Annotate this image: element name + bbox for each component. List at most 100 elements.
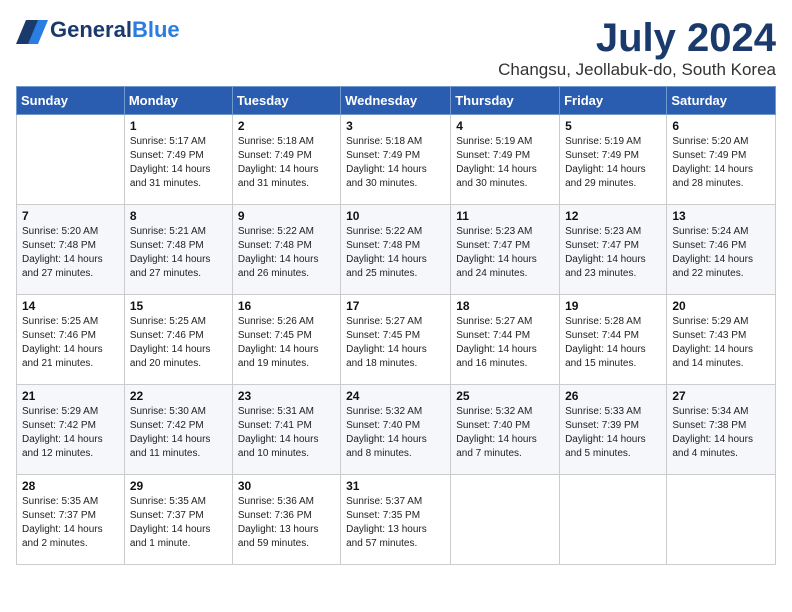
page-header: GeneralBlue July 2024 Changsu, Jeollabuk… [16,16,776,80]
calendar-day-cell: 8 Sunrise: 5:21 AM Sunset: 7:48 PM Daylig… [124,205,232,295]
day-info: Sunrise: 5:22 AM Sunset: 7:48 PM Dayligh… [238,225,335,281]
calendar-day-cell: 9Sunrise: 5:22 AM Sunset: 7:48 PM Daylig… [232,205,340,295]
day-number: 10 [346,209,445,223]
day-info: Sunrise: 5:28 AM Sunset: 7:44 PM Dayligh… [565,315,661,371]
day-info: Sunrise: 5:32 AM Sunset: 7:40 PM Dayligh… [456,405,554,461]
day-info: Sunrise: 5:27 AM Sunset: 7:45 PM Dayligh… [346,315,445,371]
day-info: Sunrise: 5:26 AM Sunset: 7:45 PM Dayligh… [238,315,335,371]
day-number: 17 [346,299,445,313]
day-info: Sunrise: 5:25 AM Sunset: 7:46 PM Dayligh… [130,315,227,371]
day-info: Sunrise: 5:24 AM Sunset: 7:46 PM Dayligh… [672,225,770,281]
calendar-day-cell: 19 Sunrise: 5:28 AM Sunset: 7:44 PM Dayli… [560,295,667,385]
calendar-day-cell: 6Sunrise: 5:20 AM Sunset: 7:49 PM Daylig… [667,115,776,205]
day-info: Sunrise: 5:30 AM Sunset: 7:42 PM Dayligh… [130,405,227,461]
day-number: 18 [456,299,554,313]
logo-icon [16,16,48,44]
day-info: Sunrise: 5:20 AM Sunset: 7:48 PM Dayligh… [22,225,119,281]
day-number: 14 [22,299,119,313]
day-info: Sunrise: 5:21 AM Sunset: 7:48 PM Dayligh… [130,225,227,281]
calendar-day-cell: 1 Sunrise: 5:17 AM Sunset: 7:49 PM Daylig… [124,115,232,205]
day-number: 29 [130,479,227,493]
day-number: 11 [456,209,554,223]
calendar-header-row: SundayMondayTuesdayWednesdayThursdayFrid… [17,87,776,115]
weekday-header: Saturday [667,87,776,115]
day-number: 22 [130,389,227,403]
calendar-day-cell: 7 Sunrise: 5:20 AM Sunset: 7:48 PM Daylig… [17,205,125,295]
day-info: Sunrise: 5:25 AM Sunset: 7:46 PM Dayligh… [22,315,119,371]
calendar-day-cell: 2 Sunrise: 5:18 AM Sunset: 7:49 PM Daylig… [232,115,340,205]
calendar-day-cell: 17 Sunrise: 5:27 AM Sunset: 7:45 PM Dayli… [341,295,451,385]
day-info: Sunrise: 5:23 AM Sunset: 7:47 PM Dayligh… [565,225,661,281]
weekday-header: Wednesday [341,87,451,115]
day-info: Sunrise: 5:32 AM Sunset: 7:40 PM Dayligh… [346,405,445,461]
day-info: Sunrise: 5:35 AM Sunset: 7:37 PM Dayligh… [130,495,227,551]
day-info: Sunrise: 5:22 AM Sunset: 7:48 PM Dayligh… [346,225,445,281]
day-info: Sunrise: 5:29 AM Sunset: 7:42 PM Dayligh… [22,405,119,461]
calendar-day-cell: 21 Sunrise: 5:29 AM Sunset: 7:42 PM Dayli… [17,385,125,475]
weekday-header: Thursday [451,87,560,115]
day-info: Sunrise: 5:19 AM Sunset: 7:49 PM Dayligh… [565,135,661,191]
day-info: Sunrise: 5:20 AM Sunset: 7:49 PM Dayligh… [672,135,770,191]
day-info: Sunrise: 5:37 AM Sunset: 7:35 PM Dayligh… [346,495,445,551]
month-title: July 2024 [498,16,776,60]
day-number: 1 [130,119,227,133]
calendar-day-cell: 20 Sunrise: 5:29 AM Sunset: 7:43 PM Dayli… [667,295,776,385]
logo: GeneralBlue [16,16,180,44]
day-number: 12 [565,209,661,223]
day-number: 13 [672,209,770,223]
logo-general: GeneralBlue [50,17,180,42]
calendar-day-cell: 16 Sunrise: 5:26 AM Sunset: 7:45 PM Dayli… [232,295,340,385]
calendar-week-row: 21 Sunrise: 5:29 AM Sunset: 7:42 PM Dayli… [17,385,776,475]
day-number: 19 [565,299,661,313]
day-number: 8 [130,209,227,223]
day-info: Sunrise: 5:18 AM Sunset: 7:49 PM Dayligh… [238,135,335,191]
calendar-day-cell: 31 Sunrise: 5:37 AM Sunset: 7:35 PM Dayli… [341,475,451,565]
day-info: Sunrise: 5:18 AM Sunset: 7:49 PM Dayligh… [346,135,445,191]
calendar-day-cell: 12 Sunrise: 5:23 AM Sunset: 7:47 PM Dayli… [560,205,667,295]
day-number: 5 [565,119,661,133]
calendar-day-cell: 30 Sunrise: 5:36 AM Sunset: 7:36 PM Dayli… [232,475,340,565]
calendar-week-row: 28 Sunrise: 5:35 AM Sunset: 7:37 PM Dayli… [17,475,776,565]
calendar-day-cell: 18 Sunrise: 5:27 AM Sunset: 7:44 PM Dayli… [451,295,560,385]
day-info: Sunrise: 5:17 AM Sunset: 7:49 PM Dayligh… [130,135,227,191]
day-number: 16 [238,299,335,313]
calendar-day-cell: 11Sunrise: 5:23 AM Sunset: 7:47 PM Dayli… [451,205,560,295]
calendar-day-cell: 28Sunrise: 5:35 AM Sunset: 7:37 PM Dayli… [17,475,125,565]
calendar-day-cell: 13 Sunrise: 5:24 AM Sunset: 7:46 PM Dayli… [667,205,776,295]
weekday-header: Sunday [17,87,125,115]
day-number: 31 [346,479,445,493]
day-number: 2 [238,119,335,133]
day-number: 30 [238,479,335,493]
weekday-header: Monday [124,87,232,115]
calendar-day-cell: 14 Sunrise: 5:25 AM Sunset: 7:46 PM Dayli… [17,295,125,385]
calendar-day-cell: 27Sunrise: 5:34 AM Sunset: 7:38 PM Dayli… [667,385,776,475]
day-number: 27 [672,389,770,403]
calendar-day-cell: 15Sunrise: 5:25 AM Sunset: 7:46 PM Dayli… [124,295,232,385]
calendar-day-cell [667,475,776,565]
calendar-week-row: 14 Sunrise: 5:25 AM Sunset: 7:46 PM Dayli… [17,295,776,385]
weekday-header: Friday [560,87,667,115]
day-number: 7 [22,209,119,223]
calendar-day-cell [560,475,667,565]
calendar-day-cell [17,115,125,205]
location-title: Changsu, Jeollabuk-do, South Korea [498,60,776,80]
calendar-day-cell: 5 Sunrise: 5:19 AM Sunset: 7:49 PM Daylig… [560,115,667,205]
day-info: Sunrise: 5:27 AM Sunset: 7:44 PM Dayligh… [456,315,554,371]
calendar-day-cell: 23 Sunrise: 5:31 AM Sunset: 7:41 PM Dayli… [232,385,340,475]
day-info: Sunrise: 5:29 AM Sunset: 7:43 PM Dayligh… [672,315,770,371]
calendar-table: SundayMondayTuesdayWednesdayThursdayFrid… [16,86,776,565]
calendar-week-row: 1 Sunrise: 5:17 AM Sunset: 7:49 PM Daylig… [17,115,776,205]
weekday-header: Tuesday [232,87,340,115]
day-info: Sunrise: 5:36 AM Sunset: 7:36 PM Dayligh… [238,495,335,551]
calendar-day-cell: 24Sunrise: 5:32 AM Sunset: 7:40 PM Dayli… [341,385,451,475]
calendar-day-cell: 4 Sunrise: 5:19 AM Sunset: 7:49 PM Daylig… [451,115,560,205]
day-number: 21 [22,389,119,403]
day-number: 20 [672,299,770,313]
day-number: 23 [238,389,335,403]
calendar-day-cell: 10 Sunrise: 5:22 AM Sunset: 7:48 PM Dayli… [341,205,451,295]
day-number: 28 [22,479,119,493]
day-number: 4 [456,119,554,133]
day-info: Sunrise: 5:31 AM Sunset: 7:41 PM Dayligh… [238,405,335,461]
day-number: 26 [565,389,661,403]
day-info: Sunrise: 5:19 AM Sunset: 7:49 PM Dayligh… [456,135,554,191]
